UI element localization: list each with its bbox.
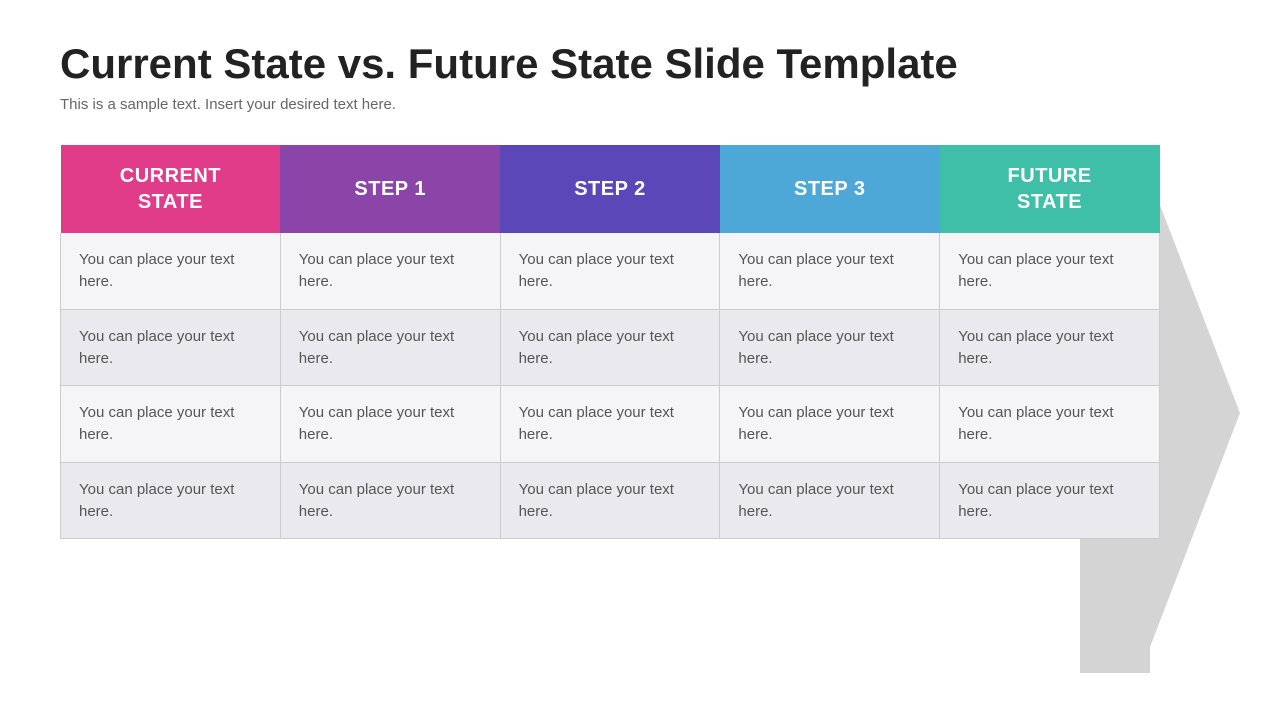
table-cell-r3-c1: You can place your text here.: [280, 462, 500, 539]
table-cell-r2-c1: You can place your text here.: [280, 386, 500, 463]
table-header: CURRENTSTATESTEP 1STEP 2STEP 3FUTURESTAT…: [61, 145, 1160, 233]
table-cell-r3-c3: You can place your text here.: [720, 462, 940, 539]
column-header-step3: STEP 3: [720, 145, 940, 233]
table-body: You can place your text here.You can pla…: [61, 233, 1160, 539]
table-cell-r3-c2: You can place your text here.: [500, 462, 720, 539]
header-row: CURRENTSTATESTEP 1STEP 2STEP 3FUTURESTAT…: [61, 145, 1160, 233]
column-header-step2: STEP 2: [500, 145, 720, 233]
table-row: You can place your text here.You can pla…: [61, 309, 1160, 386]
column-header-current: CURRENTSTATE: [61, 145, 281, 233]
table-cell-r0-c3: You can place your text here.: [720, 233, 940, 309]
table-cell-r1-c0: You can place your text here.: [61, 309, 281, 386]
table-row: You can place your text here.You can pla…: [61, 462, 1160, 539]
table-cell-r1-c3: You can place your text here.: [720, 309, 940, 386]
table-row: You can place your text here.You can pla…: [61, 233, 1160, 309]
table-cell-r2-c3: You can place your text here.: [720, 386, 940, 463]
table-cell-r2-c0: You can place your text here.: [61, 386, 281, 463]
table-cell-r1-c4: You can place your text here.: [940, 309, 1160, 386]
table-cell-r2-c4: You can place your text here.: [940, 386, 1160, 463]
table-wrapper: CURRENTSTATESTEP 1STEP 2STEP 3FUTURESTAT…: [60, 145, 1220, 680]
table-cell-r0-c0: You can place your text here.: [61, 233, 281, 309]
table-cell-r1-c1: You can place your text here.: [280, 309, 500, 386]
page-subtitle: This is a sample text. Insert your desir…: [60, 96, 1220, 113]
table-cell-r3-c0: You can place your text here.: [61, 462, 281, 539]
page-title: Current State vs. Future State Slide Tem…: [60, 40, 1220, 88]
table-cell-r3-c4: You can place your text here.: [940, 462, 1160, 539]
table-cell-r1-c2: You can place your text here.: [500, 309, 720, 386]
main-table: CURRENTSTATESTEP 1STEP 2STEP 3FUTURESTAT…: [60, 145, 1160, 539]
table-cell-r2-c2: You can place your text here.: [500, 386, 720, 463]
main-table-container: CURRENTSTATESTEP 1STEP 2STEP 3FUTURESTAT…: [60, 145, 1160, 680]
table-cell-r0-c2: You can place your text here.: [500, 233, 720, 309]
column-header-step1: STEP 1: [280, 145, 500, 233]
table-cell-r0-c1: You can place your text here.: [280, 233, 500, 309]
table-row: You can place your text here.You can pla…: [61, 386, 1160, 463]
table-cell-r0-c4: You can place your text here.: [940, 233, 1160, 309]
column-header-future: FUTURESTATE: [940, 145, 1160, 233]
